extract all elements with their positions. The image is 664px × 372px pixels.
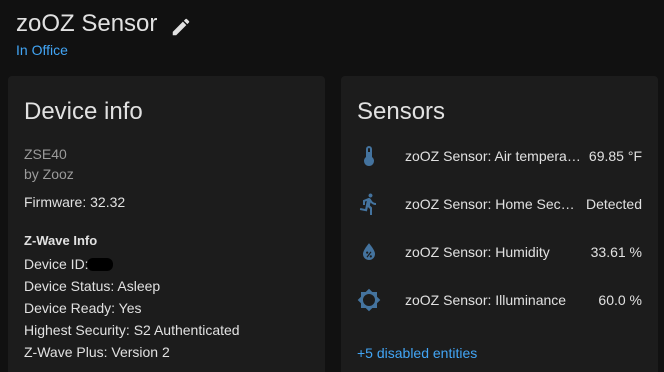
brightness-icon <box>357 288 381 312</box>
zwave-info-heading: Z-Wave Info <box>24 233 98 248</box>
device-info-card: Device info ZSE40 by Zooz Firmware: 32.3… <box>8 76 325 372</box>
redacted-device-id <box>86 258 113 271</box>
area-link[interactable]: In Office <box>16 41 193 59</box>
firmware-label: Firmware: <box>24 194 91 210</box>
sensors-title: Sensors <box>357 98 446 125</box>
humidity-icon <box>357 240 381 264</box>
sensor-state: 69.85 °F <box>588 148 642 164</box>
motion-icon <box>357 192 381 216</box>
disabled-entities-link[interactable]: +5 disabled entities <box>357 345 477 361</box>
device-id-label: Device ID: <box>24 256 89 272</box>
firmware-value: 32.32 <box>90 194 126 210</box>
title-row: zoOZ Sensor <box>16 8 193 40</box>
sensor-row-illuminance[interactable]: zoOZ Sensor: Illuminance 60.0 % <box>341 276 658 324</box>
sensor-state: 60.0 % <box>598 292 642 308</box>
sensor-row-motion[interactable]: zoOZ Sensor: Home Security Motion Detect… <box>341 180 658 228</box>
device-header: zoOZ Sensor In Office <box>16 8 193 59</box>
sensor-row-air-temperature[interactable]: zoOZ Sensor: Air temperature 69.85 °F <box>341 132 658 180</box>
zwave-device-ready: Device Ready: Yes <box>24 300 142 316</box>
firmware-line: Firmware: 32.32 <box>24 194 125 210</box>
zwave-device-status: Device Status: Asleep <box>24 278 161 294</box>
zwave-device-id: Device ID: <box>24 256 113 272</box>
sensor-name: zoOZ Sensor: Humidity <box>405 244 550 260</box>
device-model: ZSE40 <box>24 146 67 162</box>
sensor-row-humidity[interactable]: zoOZ Sensor: Humidity 33.61 % <box>341 228 658 276</box>
device-info-title: Device info <box>24 98 143 125</box>
thermometer-icon <box>357 144 381 168</box>
pencil-icon[interactable] <box>169 15 193 39</box>
sensor-state: 33.61 % <box>590 244 642 260</box>
sensor-name: zoOZ Sensor: Illuminance <box>405 292 567 308</box>
sensor-state: Detected <box>585 196 642 212</box>
device-name: zoOZ Sensor <box>16 10 158 37</box>
zwave-plus-version: Z-Wave Plus: Version 2 <box>24 344 170 360</box>
zwave-highest-security: Highest Security: S2 Authenticated <box>24 322 240 338</box>
device-page: zoOZ Sensor In Office Device info ZSE40 … <box>0 0 664 372</box>
sensor-name: zoOZ Sensor: Home Security Motion <box>405 196 581 212</box>
sensors-card: Sensors zoOZ Sensor: Air temperature 69.… <box>341 76 658 372</box>
sensor-name: zoOZ Sensor: Air temperature <box>405 148 581 164</box>
device-manufacturer: by Zooz <box>24 166 74 182</box>
